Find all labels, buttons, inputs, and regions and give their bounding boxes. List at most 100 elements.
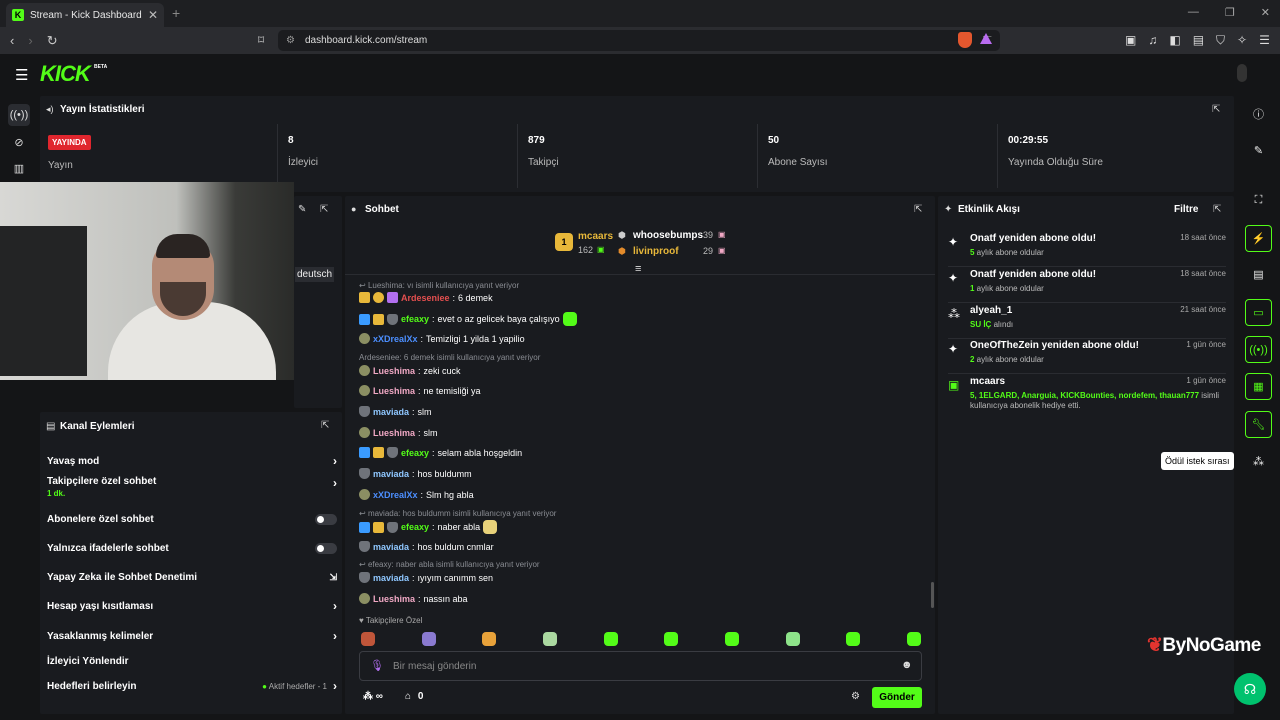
hamburger-menu-icon[interactable]: ☰ bbox=[15, 66, 28, 84]
chat-settings-icon[interactable]: ⚙ bbox=[851, 691, 860, 702]
chat-username[interactable]: maviada bbox=[373, 469, 409, 479]
emote-icon[interactable] bbox=[542, 632, 557, 646]
action-banned-words[interactable]: Yasaklanmış kelimeler › bbox=[47, 627, 337, 645]
activity-rest: aylık abone oldular bbox=[974, 248, 1044, 257]
chat-username[interactable]: maviada bbox=[373, 407, 409, 417]
action-set-goals[interactable]: Hedefleri belirleyin ● Aktif hedefler - … bbox=[47, 677, 337, 695]
minimize-icon[interactable]: — bbox=[1188, 6, 1199, 19]
filter-button[interactable]: Filtre bbox=[1174, 204, 1198, 215]
crop-icon[interactable]: ⛶ bbox=[1245, 187, 1272, 214]
chat-username[interactable]: Lueshima bbox=[373, 386, 415, 396]
music-icon[interactable]: ♫ bbox=[1148, 33, 1157, 48]
second-gifter-count: 39 bbox=[703, 230, 714, 240]
chat-username[interactable]: xXDrealXx bbox=[373, 334, 418, 344]
chat-username[interactable]: efeaxy bbox=[401, 522, 429, 532]
emote-icon[interactable] bbox=[482, 632, 497, 646]
chat-username[interactable]: efeaxy bbox=[401, 448, 429, 458]
toggle-switch[interactable] bbox=[315, 513, 337, 525]
chat-username[interactable]: Lueshima bbox=[373, 428, 415, 438]
rewards-icon[interactable] bbox=[980, 33, 992, 44]
action-account-age[interactable]: Hesap yaşı kısıtlaması › bbox=[47, 597, 337, 615]
chat-username[interactable]: Ardeseniee bbox=[401, 293, 450, 303]
chat-username[interactable]: maviada bbox=[373, 573, 409, 583]
forward-icon[interactable]: › bbox=[28, 33, 32, 49]
reward-queue-icon[interactable]: ⁂ bbox=[1245, 448, 1272, 475]
chat-bubble-icon[interactable]: ▭ bbox=[1245, 299, 1272, 326]
info-icon[interactable]: ⓘ bbox=[1245, 100, 1272, 127]
emote-icon[interactable] bbox=[603, 632, 618, 646]
site-info-icon[interactable]: ⚙ bbox=[286, 35, 295, 46]
chat-username[interactable]: efeaxy bbox=[401, 314, 429, 324]
chat-text: 6 demek bbox=[458, 292, 493, 303]
chat-scrollbar[interactable] bbox=[931, 582, 934, 608]
emote-icon[interactable] bbox=[421, 632, 436, 646]
expand-icon[interactable]: ⇱ bbox=[320, 204, 328, 215]
close-window-icon[interactable]: ✕ bbox=[1261, 6, 1270, 19]
emote-icon[interactable] bbox=[664, 632, 679, 646]
chat-input[interactable]: 🎙︎ Bir mesaj gönderin ☻ bbox=[359, 651, 922, 681]
stat-label: Yayında Olduğu Süre bbox=[1008, 157, 1103, 168]
expand-icon[interactable]: ⇱ bbox=[914, 204, 922, 215]
kick-logo[interactable]: KICK bbox=[40, 61, 91, 87]
media-icon[interactable]: ▣ bbox=[1125, 33, 1136, 48]
edit-icon[interactable]: ✎ bbox=[298, 204, 306, 215]
send-button[interactable]: Gönder bbox=[872, 687, 922, 708]
activity-item: ✦ OneOfTheZein yeniden abone oldu! 2 ayl… bbox=[948, 340, 1226, 374]
action-followers-only[interactable]: Takipçilere özel sohbet 1 dk. › bbox=[47, 476, 337, 504]
action-ai-moderation[interactable]: Yapay Zeka ile Sohbet Denetimi ⇲ bbox=[47, 568, 337, 586]
third-gifter-name[interactable]: livinproof bbox=[633, 246, 679, 257]
brave-shield-icon[interactable] bbox=[958, 32, 972, 48]
emote-icon[interactable] bbox=[361, 632, 375, 646]
vpn-icon[interactable]: ⛉ bbox=[1216, 33, 1225, 48]
emote-icon[interactable] bbox=[846, 632, 861, 646]
browser-menu-icon[interactable]: ☰ bbox=[1259, 33, 1270, 48]
action-emote-only[interactable]: Yalnızca ifadelerle sohbet bbox=[47, 539, 337, 557]
action-host-viewers[interactable]: İzleyici Yönlendir bbox=[47, 652, 337, 670]
wallet-icon[interactable]: ▤ bbox=[1193, 33, 1204, 48]
emote-icon[interactable] bbox=[785, 632, 800, 646]
activity-time: 18 saat önce bbox=[1180, 233, 1226, 242]
user-avatar[interactable] bbox=[1237, 64, 1247, 82]
chart-rail-icon[interactable]: ▥ bbox=[8, 157, 30, 179]
action-slow-mode[interactable]: Yavaş mod › bbox=[47, 452, 337, 470]
browser-tab[interactable]: K Stream - Kick Dashboard ✕ bbox=[6, 3, 164, 27]
top-gifter-count: 162 bbox=[578, 245, 594, 255]
chat-username[interactable]: xXDrealXx bbox=[373, 490, 418, 500]
back-icon[interactable]: ‹ bbox=[10, 33, 14, 49]
action-subscribers-only[interactable]: Abonelere özel sohbet bbox=[47, 510, 337, 528]
leo-icon[interactable]: ✧ bbox=[1237, 33, 1247, 48]
toggle-switch[interactable] bbox=[315, 542, 337, 554]
help-headset-icon[interactable]: ☊ bbox=[1234, 673, 1266, 705]
gift-icon: ▣ bbox=[597, 245, 605, 254]
reload-icon[interactable]: ↻ bbox=[47, 33, 58, 49]
emote-icon[interactable] bbox=[724, 632, 739, 646]
lightning-icon[interactable]: ⚡ bbox=[1245, 225, 1272, 252]
close-tab-icon[interactable]: ✕ bbox=[148, 8, 158, 22]
channel-points[interactable]: ⁂ ∞ bbox=[363, 691, 383, 702]
emote-icon[interactable] bbox=[906, 632, 921, 646]
second-gifter-name[interactable]: whoosebumps bbox=[633, 230, 703, 241]
top-gifter-name[interactable]: mcaars bbox=[578, 231, 613, 242]
expand-icon[interactable]: ⇱ bbox=[321, 420, 329, 431]
sidebar-icon[interactable]: ◧ bbox=[1169, 33, 1180, 48]
edit-icon[interactable]: ✎ bbox=[1245, 137, 1272, 164]
chat-username[interactable]: Lueshima bbox=[373, 594, 415, 604]
store-icon[interactable]: ▦ bbox=[1245, 373, 1272, 400]
document-icon[interactable]: ▤ bbox=[1245, 261, 1272, 288]
expand-icon[interactable]: ⇱ bbox=[1213, 204, 1221, 215]
broadcast-icon[interactable]: ((•)) bbox=[1245, 336, 1272, 363]
store-button[interactable]: ⌂ 0 bbox=[405, 691, 423, 702]
new-tab-icon[interactable]: + bbox=[172, 5, 180, 21]
activity-item: ✦ Onatf yeniden abone oldu! 1 aylık abon… bbox=[948, 269, 1226, 303]
maximize-icon[interactable]: ❐ bbox=[1225, 6, 1235, 19]
microphone-icon[interactable]: 🎙︎ bbox=[370, 659, 384, 672]
bookmark-icon[interactable]: ⌑ bbox=[258, 33, 264, 47]
url-field[interactable]: ⚙ dashboard.kick.com/stream ⇱ bbox=[278, 30, 1000, 51]
broadcast-rail-icon[interactable]: ((•)) bbox=[8, 104, 30, 126]
chat-username[interactable]: Lueshima bbox=[373, 366, 415, 376]
link-rail-icon[interactable]: ⊘ bbox=[8, 131, 30, 153]
activity-title: Etkinlik Akışı bbox=[958, 204, 1020, 215]
emoji-icon[interactable]: ☻ bbox=[901, 659, 913, 671]
wrench-icon[interactable]: 🔧︎ bbox=[1245, 411, 1272, 438]
chat-username[interactable]: maviada bbox=[373, 542, 409, 552]
